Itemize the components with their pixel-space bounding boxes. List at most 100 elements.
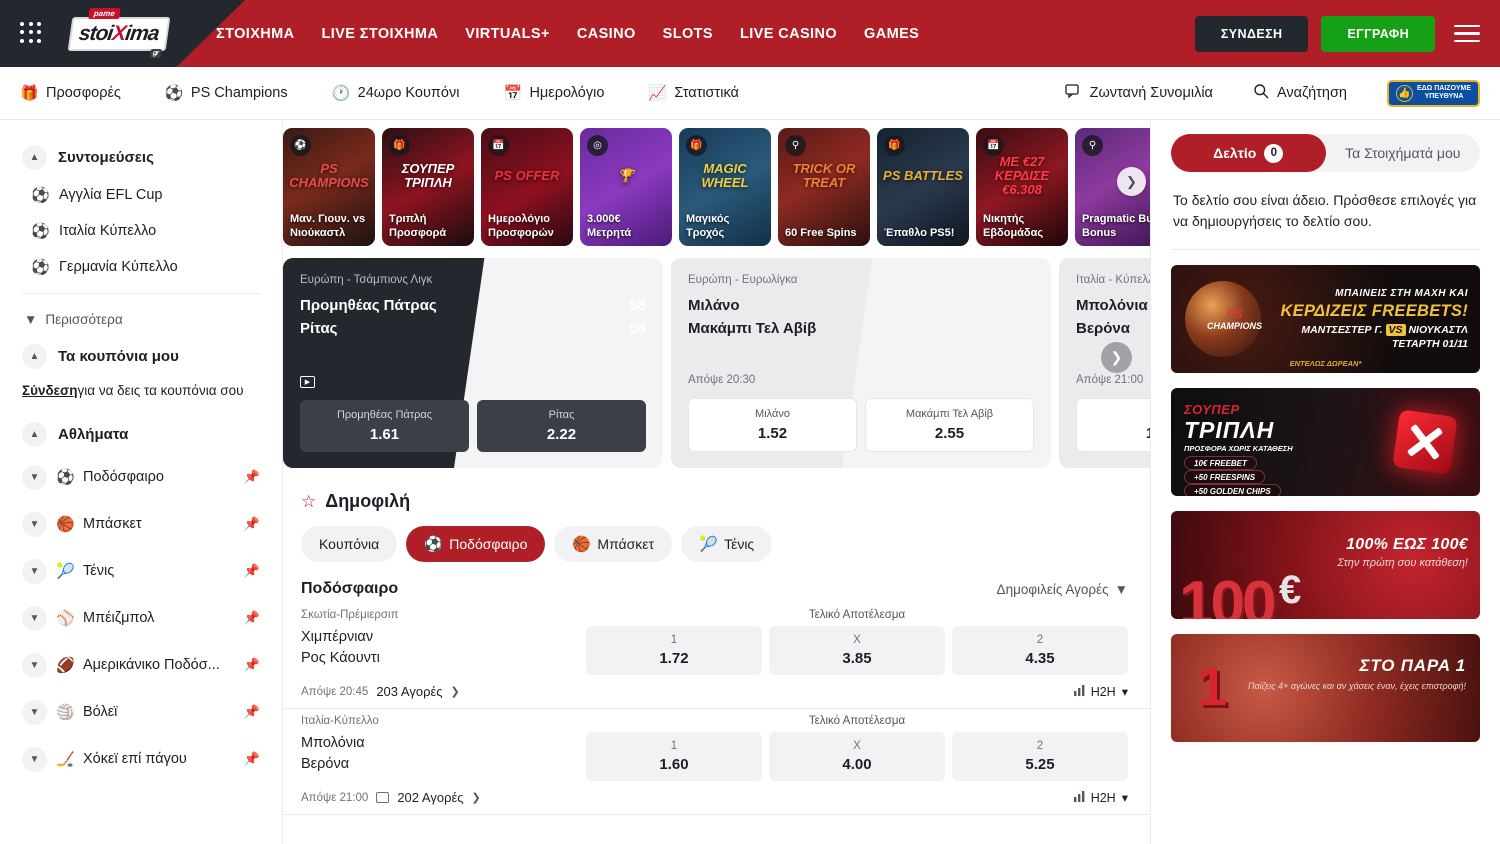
match-odd-button-0[interactable]: Προμηθέας Πάτρας1.61 — [300, 400, 469, 452]
sidebar-sport-basketball[interactable]: ▼ 🏀 Μπάσκετ 📌 — [0, 501, 282, 548]
h2h-button[interactable]: H2H▾ — [1074, 790, 1128, 805]
pin-icon[interactable]: 📌 — [244, 657, 260, 673]
pin-icon[interactable]: 📌 — [244, 516, 260, 532]
bet-odd-button-2[interactable]: 25.25 — [952, 732, 1128, 781]
sidebar-sport-tennis[interactable]: ▼ 🎾 Τένις 📌 — [0, 548, 282, 595]
nav-live-stoixima[interactable]: LIVE ΣΤΟΙΧΗΜΑ — [322, 26, 439, 42]
promo-tile-5[interactable]: ⚲TRICK OR TREAT60 Free Spins — [778, 128, 870, 246]
sidebar-section-shortcuts[interactable]: ▲ Συντομεύσεις — [0, 138, 282, 177]
nav-slots[interactable]: SLOTS — [663, 26, 713, 42]
chevron-down-icon[interactable]: ▼ — [22, 653, 47, 678]
match-odd-button-0[interactable]: 11.60 — [1076, 398, 1150, 452]
sidebar-more-button[interactable]: ▼ Περισσότερα — [0, 302, 282, 337]
chevron-down-icon[interactable]: ▼ — [22, 747, 47, 772]
match-card-0[interactable]: Ευρώπη - Τσάμπιονς ΛιγκΠρομηθέας Πάτρας5… — [283, 258, 663, 468]
promo-tile-4[interactable]: 🎁MAGIC WHEELΜαγικός Τροχός — [679, 128, 771, 246]
chevron-down-icon[interactable]: ▼ — [22, 559, 47, 584]
match-odd-button-1[interactable]: Μακάμπι Τελ Αβίβ2.55 — [865, 398, 1034, 452]
bet-odd-button-1[interactable]: 11.72 — [586, 626, 762, 675]
sidebar-sport-baseball[interactable]: ▼ ⚾ Μπέιζμπολ 📌 — [0, 595, 282, 642]
subnav-item-24h-coupon[interactable]: 🕐 24ωρο Κουπόνι — [332, 84, 460, 102]
search-button[interactable]: Αναζήτηση — [1253, 83, 1347, 103]
pin-icon[interactable]: 📌 — [244, 704, 260, 720]
promo-tile-0[interactable]: ⚽PS CHAMPIONSΜαν. Γιουν. vs Νιούκαστλ — [283, 128, 375, 246]
match-carousel-next-button[interactable]: ❯ — [1101, 342, 1132, 373]
live-stream-icon[interactable]: ▶ — [300, 376, 315, 388]
sidebar-shortcut-italy-cup[interactable]: ⚽ Ιταλία Κύπελλο — [0, 213, 282, 249]
bet-odd-button-1[interactable]: 11.60 — [586, 732, 762, 781]
match-odd-button-1[interactable]: Ρίτας2.22 — [477, 400, 646, 452]
sidebar-shortcut-germany-cup[interactable]: ⚽ Γερμανία Κύπελλο — [0, 249, 282, 285]
chevron-down-icon[interactable]: ▼ — [22, 512, 47, 537]
register-button[interactable]: ΕΓΓΡΑΦΗ — [1321, 16, 1435, 52]
nav-live-casino[interactable]: LIVE CASINO — [740, 26, 837, 42]
chevron-down-icon[interactable]: ▼ — [22, 606, 47, 631]
banner-deposit-bonus[interactable]: 100 € 100% ΕΩΣ 100€ Στην πρώτη σου κατάθ… — [1171, 511, 1480, 619]
promo-carousel-next-button[interactable]: ❯ — [1117, 167, 1146, 196]
banner-super-triple[interactable]: ΣΟΥΠΕΡ ΤΡΙΠΛΗ ΠΡΟΣΦΟΡΑ ΧΩΡΙΣ ΚΑΤΑΘΕΣΗ 10… — [1171, 388, 1480, 496]
bet-markets-count[interactable]: 202 Αγορές — [397, 790, 463, 805]
american-football-icon: 🏈 — [56, 656, 74, 674]
coupons-login-link[interactable]: Σύνδεση — [22, 383, 78, 398]
responsible-gaming-badge[interactable]: 👍 ΕΔΩ ΠΑΙΖΟΥΜΕ ΥΠΕΥΘΥΝΑ — [1387, 80, 1480, 107]
markets-filter-button[interactable]: Δημοφιλείς Αγορές ▼ — [997, 582, 1128, 597]
sidebar-sport-american-football[interactable]: ▼ 🏈 Αμερικάνικο Ποδόσ... 📌 — [0, 642, 282, 689]
bet-row[interactable]: Ιταλία-ΚύπελλοΜπολόνιαΒερόναΤελικό Αποτέ… — [283, 709, 1150, 815]
promo-tile-1[interactable]: 🎁ΣΟΥΠΕΡ ΤΡΙΠΛΗΤριπλή Προσφορά — [382, 128, 474, 246]
nav-virtuals[interactable]: VIRTUALS+ — [465, 26, 550, 42]
tab-coupons[interactable]: Κουπόνια — [301, 526, 397, 562]
banner-sto-para-1[interactable]: 1 ΣΤΟ ΠΑΡΑ 1 Παίζεις 4+ αγώνες και αν χά… — [1171, 634, 1480, 742]
b4-big-number: 1 — [1197, 660, 1227, 714]
sidebar-section-coupons[interactable]: ▲ Τα κουπόνια μου — [0, 337, 282, 376]
promo-tile-6[interactable]: 🎁PS BATTLESΈπαθλο PS5! — [877, 128, 969, 246]
sidebar-sport-football[interactable]: ▼ ⚽ Ποδόσφαιρο 📌 — [0, 454, 282, 501]
tab-my-bets[interactable]: Τα Στοιχήματά μου — [1326, 134, 1481, 172]
promo-tile-3[interactable]: ◎🏆3.000€ Μετρητά — [580, 128, 672, 246]
chevron-right-icon[interactable]: ❯ — [472, 791, 481, 804]
gift-icon: 🎁 — [686, 135, 707, 156]
match-card-1[interactable]: Ευρώπη - ΕυρωλίγκαΜιλάνοΜακάμπι Τελ Αβίβ… — [671, 258, 1051, 468]
login-button[interactable]: ΣΥΝΔΕΣΗ — [1195, 16, 1309, 52]
bet-odd-button-X[interactable]: X3.85 — [769, 626, 945, 675]
tab-basketball[interactable]: 🏀 Μπάσκετ — [554, 526, 672, 562]
subnav-item-calendar[interactable]: 📅 Ημερολόγιο — [503, 84, 604, 102]
subnav-item-ps-champions[interactable]: ⚽ PS Champions — [165, 84, 288, 102]
pin-icon[interactable]: 📌 — [244, 563, 260, 579]
tab-football[interactable]: ⚽ Ποδόσφαιρο — [406, 526, 545, 562]
nav-games[interactable]: GAMES — [864, 26, 919, 42]
subnav-item-statistics[interactable]: 📈 Στατιστικά — [648, 84, 738, 102]
chevron-down-icon[interactable]: ▼ — [22, 700, 47, 725]
chevron-down-icon[interactable]: ▼ — [22, 465, 47, 490]
spin-icon: ⚲ — [1082, 135, 1103, 156]
tab-tennis[interactable]: 🎾 Τένις — [681, 526, 772, 562]
banner-ps-champions[interactable]: PS CHAMPIONS ΜΠΑΙΝΕΙΣ ΣΤΗ ΜΑΧΗ ΚΑΙ ΚΕΡΔΙ… — [1171, 265, 1480, 373]
apps-grid-icon[interactable] — [20, 22, 44, 46]
chevron-right-icon[interactable]: ❯ — [451, 685, 460, 698]
promo-tile-7[interactable]: 📅ΜΕ €27 ΚΕΡΔΙΣΕ €6.308Νικητής Εβδομάδας — [976, 128, 1068, 246]
bet-row[interactable]: Σκωτία-ΠρέμιερσιπΧιμπέρνιανΡος ΚάουντιΤε… — [283, 603, 1150, 709]
banner-line-2: ΚΕΡΔΙΖΕΙΣ FREEBETS! — [1280, 302, 1468, 321]
nav-casino[interactable]: CASINO — [577, 26, 636, 42]
bet-markets-count[interactable]: 203 Αγορές — [376, 684, 442, 699]
sidebar-sport-volleyball[interactable]: ▼ 🏐 Βόλεϊ 📌 — [0, 689, 282, 736]
bet-odd-button-X[interactable]: X4.00 — [769, 732, 945, 781]
pin-icon[interactable]: 📌 — [244, 751, 260, 767]
promo-tile-2[interactable]: 📅PS OFFERΗμερολόγιο Προσφορών — [481, 128, 573, 246]
sidebar-sport-ice-hockey[interactable]: ▼ 🏒 Χόκεϊ επί πάγου 📌 — [0, 736, 282, 783]
match-odd-button-0[interactable]: Μιλάνο1.52 — [688, 398, 857, 452]
sidebar-shortcut-efl-cup[interactable]: ⚽ Αγγλία EFL Cup — [0, 177, 282, 213]
tab-betslip[interactable]: Δελτίο 0 — [1171, 134, 1326, 172]
pin-icon[interactable]: 📌 — [244, 469, 260, 485]
h2h-button[interactable]: H2H▾ — [1074, 684, 1128, 699]
shortcut-label-1: Ιταλία Κύπελλο — [59, 223, 156, 239]
subnav-item-offers[interactable]: 🎁 Προσφορές — [20, 84, 121, 102]
nav-stoixima[interactable]: ΣΤΟΙΧΗΜΑ — [216, 26, 295, 42]
live-chat-button[interactable]: Ζωντανή Συνομιλία — [1065, 83, 1213, 104]
pin-icon[interactable]: 📌 — [244, 610, 260, 626]
site-logo[interactable]: pame stoiXima gr — [66, 10, 172, 58]
bet-row-bottom: Απόψε 21:00202 Αγορές❯H2H▾ — [301, 781, 1128, 808]
live-stream-icon[interactable] — [376, 792, 389, 803]
hamburger-menu-icon[interactable] — [1454, 25, 1480, 43]
bet-odd-button-2[interactable]: 24.35 — [952, 626, 1128, 675]
sidebar-section-sports[interactable]: ▲ Αθλήματα — [0, 415, 282, 454]
